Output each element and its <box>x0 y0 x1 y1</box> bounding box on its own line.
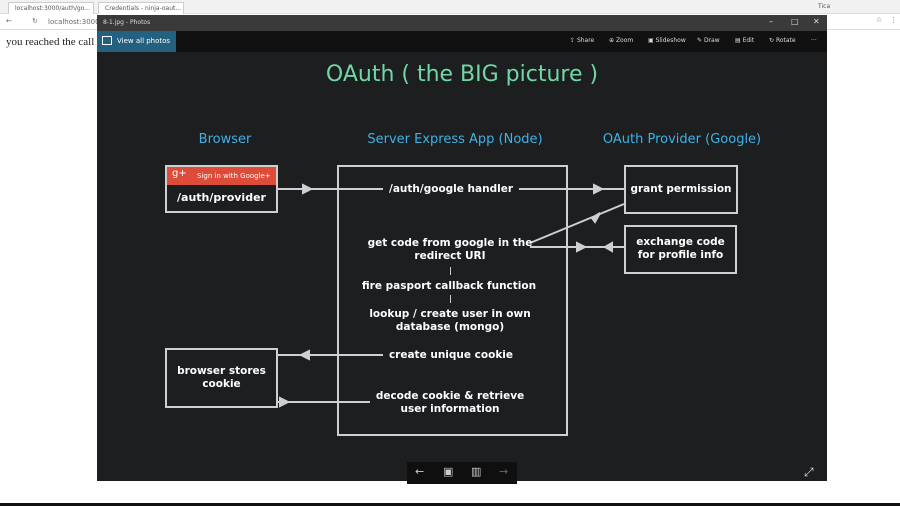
fullscreen-icon[interactable]: ⤢ <box>804 465 814 480</box>
grant-permission-box: grant permission <box>624 165 738 214</box>
arrowhead <box>302 183 314 195</box>
window-title: 8-1.jpg - Photos – □ ✕ <box>97 15 827 31</box>
get-code-text: get code from google in the redirect URI <box>367 237 533 262</box>
url-input[interactable]: localhost:3000 <box>48 18 100 26</box>
close-button[interactable]: ✕ <box>813 17 820 26</box>
photo-icon <box>102 36 112 45</box>
slideshow-button[interactable]: ▣ Slideshow <box>648 37 686 44</box>
add-to-album-icon[interactable]: ▣ <box>443 465 453 478</box>
connector <box>450 267 451 275</box>
tab-credentials[interactable]: Credentials - ninja-oaut... <box>98 2 184 14</box>
title-text: 8-1.jpg - Photos <box>103 19 151 26</box>
google-signin-box: g+ Sign in with Google+ /auth/provider <box>165 165 278 213</box>
next-arrow-icon[interactable]: → <box>499 465 508 478</box>
photos-window: 8-1.jpg - Photos – □ ✕ View all photos ⇪… <box>97 15 827 484</box>
profile-name[interactable]: Tica <box>818 3 830 10</box>
arrowhead <box>593 183 605 195</box>
reload-icon[interactable]: ↻ <box>32 17 38 25</box>
maximize-button[interactable]: □ <box>791 17 799 26</box>
delete-icon[interactable]: ▥ <box>471 465 481 478</box>
google-signin-button: g+ Sign in with Google+ <box>167 167 276 185</box>
minimize-button[interactable]: – <box>769 17 773 26</box>
decode-cookie-text: decode cookie & retrieve user informatio… <box>370 390 530 416</box>
arrowhead <box>602 241 613 253</box>
view-all-label: View all photos <box>117 37 171 45</box>
arrowhead <box>590 212 601 224</box>
edit-button[interactable]: ▤ Edit <box>735 37 754 44</box>
auth-provider-text: /auth/provider <box>177 191 266 204</box>
browser-tab-bar: localhost:3000/auth/go... Credentials - … <box>0 0 900 14</box>
star-icon[interactable]: ☆ <box>876 16 882 24</box>
connector <box>450 295 451 303</box>
create-cookie-text: create unique cookie <box>383 349 519 362</box>
previous-arrow-icon[interactable]: ← <box>415 465 424 478</box>
google-signin-label: Sign in with Google+ <box>197 172 271 180</box>
photos-toolbar: View all photos ⇪ Share ⊕ Zoom ▣ Slidesh… <box>97 31 827 52</box>
zoom-button[interactable]: ⊕ Zoom <box>609 37 633 44</box>
more-button[interactable]: ··· <box>811 37 817 44</box>
photo-nav-bar: ← ▣ ▥ → <box>407 462 517 484</box>
browser-stores-cookie-box: browser stores cookie <box>165 348 278 408</box>
back-icon[interactable]: ← <box>6 17 12 25</box>
share-button[interactable]: ⇪ Share <box>570 37 594 44</box>
fire-callback-text: fire pasport callback function <box>361 280 537 292</box>
arrowhead <box>298 349 310 361</box>
exchange-code-box: exchange code for profile info <box>624 225 737 274</box>
page-text: you reached the call <box>6 36 95 48</box>
menu-icon[interactable]: ⋮ <box>890 16 897 24</box>
slide-image: OAuth ( the BIG picture ) Browser Server… <box>97 52 827 484</box>
view-all-photos-button[interactable]: View all photos <box>97 31 177 52</box>
rotate-button[interactable]: ↻ Rotate <box>769 37 796 44</box>
lookup-text: lookup / create user in own database (mo… <box>369 308 531 333</box>
arrowhead <box>576 241 588 253</box>
tab-auth[interactable]: localhost:3000/auth/go... <box>8 2 94 14</box>
draw-button[interactable]: ✎ Draw <box>697 37 720 44</box>
handler-text: /auth/google handler <box>383 183 519 196</box>
arrowhead <box>279 396 291 408</box>
google-plus-logo: g+ <box>172 168 187 179</box>
